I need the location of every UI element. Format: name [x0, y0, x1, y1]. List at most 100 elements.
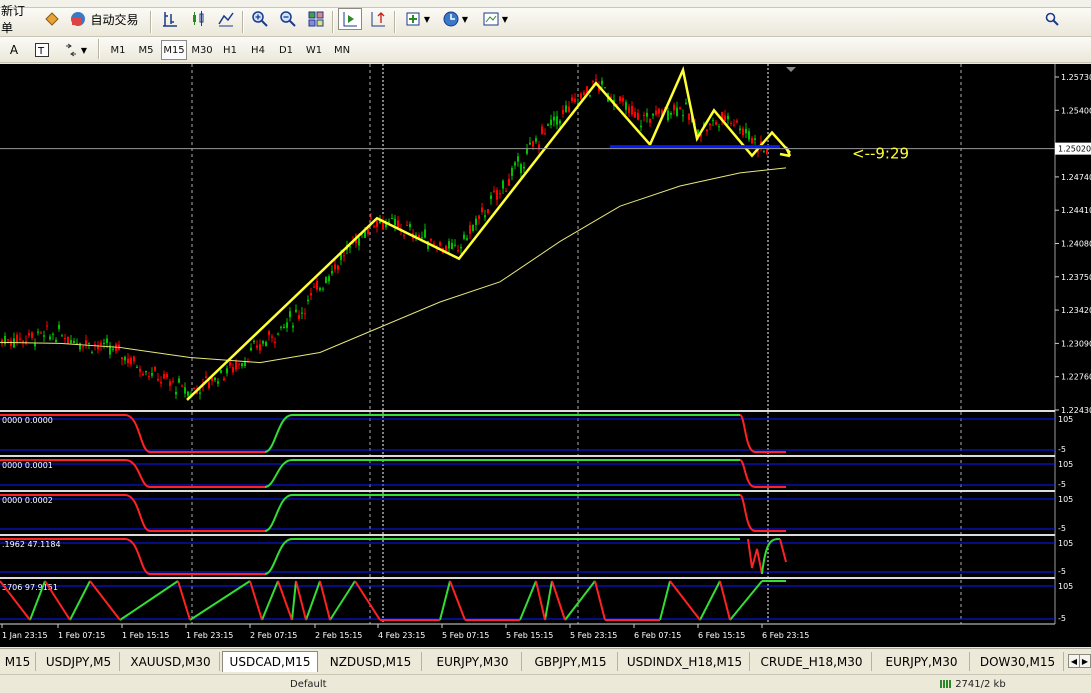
candle-body [490, 195, 492, 199]
candle-body [298, 315, 300, 319]
candle-body [82, 346, 84, 348]
chart-tab[interactable]: XAUUSD,M30 [122, 652, 220, 671]
candle-body [319, 288, 321, 291]
candle-body [457, 250, 459, 252]
price-tick-label: 1.22760 [1061, 373, 1091, 382]
search-button[interactable] [1042, 8, 1062, 30]
chart-tab[interactable]: USDJPY,M5 [38, 652, 120, 671]
candle-body [433, 243, 435, 245]
timeframe-d1-button[interactable]: D1 [273, 40, 299, 60]
candle-body [685, 102, 687, 105]
timeframe-w1-button[interactable]: W1 [301, 40, 327, 60]
candle-body [91, 352, 93, 354]
candle-body [526, 148, 528, 154]
candle-body [724, 115, 726, 122]
chart-tab[interactable]: M15 [0, 652, 36, 671]
chart-shift-button[interactable] [338, 8, 362, 30]
chart-tabs: M15 USDJPY,M5 XAUUSD,M30 USDCAD,M15 NZDUSD,M… [0, 648, 1091, 674]
clock-icon [443, 11, 459, 27]
time-tick-label: 1 Feb 23:15 [186, 631, 233, 640]
candle-body [451, 243, 453, 250]
arrows-tool-button[interactable]: ▼ [58, 39, 92, 61]
candle-body [556, 116, 558, 125]
chart-tab[interactable]: CRUDE_H18,M30 [752, 652, 872, 671]
candle-body [199, 392, 201, 394]
autoscroll-icon [371, 12, 385, 27]
tile-windows-icon [308, 11, 324, 27]
chart-tab[interactable]: USDINDX_H18,M15 [620, 652, 750, 671]
editor-button[interactable] [40, 8, 64, 30]
price-tick-label: 1.24410 [1061, 206, 1091, 215]
candle-body [466, 238, 468, 240]
candle-body [313, 286, 315, 288]
candle-body [256, 345, 258, 348]
chart-tab[interactable]: DOW30,M15 [972, 652, 1064, 671]
add-indicator-icon [406, 12, 420, 26]
candle-body [148, 376, 150, 378]
chevron-down-icon: ▼ [80, 45, 88, 55]
candle-body [106, 338, 108, 344]
chart-tab[interactable]: EURJPY,M30 [424, 652, 522, 671]
candlestick-button[interactable] [186, 8, 210, 30]
indicator-line-down [779, 538, 787, 563]
candle-body [10, 340, 12, 346]
timeframe-m1-button[interactable]: M1 [105, 40, 131, 60]
candle-body [268, 331, 270, 335]
auto-trade-button[interactable]: 自动交易 [66, 8, 142, 30]
bar-chart-button[interactable] [158, 8, 182, 30]
candle-body [445, 245, 447, 251]
candle-body [169, 381, 171, 386]
template-icon [483, 12, 499, 26]
zoom-in-button[interactable] [248, 8, 272, 30]
autoscroll-button[interactable] [366, 8, 390, 30]
candle-body [343, 255, 345, 257]
tabs-scroll-right-button[interactable]: ▶ [1079, 654, 1091, 668]
chart-tab[interactable]: GBPJPY,M15 [524, 652, 618, 671]
candle-body [229, 362, 231, 366]
candle-body [640, 125, 642, 128]
chart-tab[interactable]: USDCAD,M15 [222, 651, 318, 672]
candle-body [307, 299, 309, 302]
text-tool-button[interactable]: A [2, 39, 26, 61]
candle-body [286, 322, 288, 328]
text-label-tool-button[interactable]: T [30, 39, 54, 61]
candle-body [373, 225, 375, 227]
price-chart[interactable]: 1.25730 1.25400 1.25020 1.24740 1.24410 1.240… [0, 64, 1091, 647]
candle-body [187, 391, 189, 396]
candle-body [736, 120, 738, 123]
text-tool-icon: A [9, 43, 19, 57]
candle-body [64, 337, 66, 339]
timeframe-h4-button[interactable]: H4 [245, 40, 271, 60]
periods-button[interactable]: ▼ [438, 8, 472, 30]
timeframe-m15-button[interactable]: M15 [161, 40, 187, 60]
candle-body [676, 107, 678, 116]
timeframe-h1-button[interactable]: H1 [217, 40, 243, 60]
candle-body [232, 366, 234, 373]
candle-body [277, 333, 279, 335]
timeframe-mn-button[interactable]: MN [329, 40, 355, 60]
candle-body [688, 113, 690, 120]
chart-window[interactable]: 1.25730 1.25400 1.25020 1.24740 1.24410 1.240… [0, 64, 1091, 647]
templates-button[interactable]: ▼ [478, 8, 512, 30]
timeframe-m30-button[interactable]: M30 [189, 40, 215, 60]
candle-body [583, 92, 585, 95]
candle-body [331, 271, 333, 274]
chart-tab[interactable]: NZDUSD,M15 [320, 652, 422, 671]
time-tick-label: 2 Feb 07:15 [250, 631, 297, 640]
candle-body [532, 141, 534, 147]
candle-body [295, 309, 297, 312]
tile-windows-button[interactable] [304, 8, 328, 30]
candle-body [274, 341, 276, 343]
timeframe-m5-button[interactable]: M5 [133, 40, 159, 60]
zigzag-line [186, 65, 791, 401]
zoom-out-button[interactable] [276, 8, 300, 30]
candle-body [70, 340, 72, 344]
chart-tab[interactable]: EURJPY,M30 [874, 652, 970, 671]
indicators-button[interactable]: ▼ [400, 8, 434, 30]
line-chart-button[interactable] [214, 8, 238, 30]
candle-body [652, 113, 654, 116]
arrow-right-icon: ▶ [1081, 656, 1089, 666]
new-order-button[interactable]: 新订单 [0, 4, 36, 35]
candle-body [571, 97, 573, 102]
chart-shift-icon [343, 12, 357, 27]
